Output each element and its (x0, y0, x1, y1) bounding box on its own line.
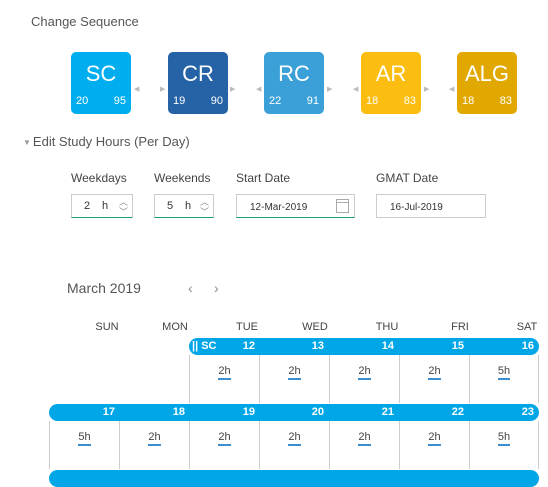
day-cell[interactable]: 2h (399, 355, 469, 403)
decrement-arrow-icon[interactable]: ﹀ (200, 205, 209, 218)
day-cell[interactable]: 2h (189, 355, 259, 403)
start-date-label: Start Date (236, 171, 291, 185)
weekday-header-thu: THU (375, 321, 399, 333)
tile-count: 20 (76, 95, 89, 107)
day-number[interactable]: 17 (85, 406, 115, 418)
weekdays-label: Weekdays (71, 171, 127, 185)
sequence-tile-alg[interactable]: ALG 18 83 (457, 52, 517, 114)
day-number[interactable]: 14 (364, 340, 394, 352)
calendar-month-title: March 2019 (67, 280, 141, 296)
collapse-triangle-icon: ▼ (23, 138, 31, 147)
change-sequence-title: Change Sequence (31, 14, 139, 29)
day-number[interactable]: 12 (225, 340, 255, 352)
weekends-hours-value: 5 (167, 200, 174, 212)
study-hours-link[interactable]: 2h (428, 365, 441, 380)
tile-score: 83 (499, 95, 512, 107)
study-hours-link[interactable]: 5h (497, 431, 511, 446)
day-number[interactable]: 23 (504, 406, 534, 418)
start-date-input[interactable]: 12-Mar-2019 (236, 194, 355, 218)
gmat-date-label: GMAT Date (376, 171, 439, 185)
reorder-arrow-icon[interactable]: ◀ (353, 85, 358, 93)
decrement-arrow-icon[interactable]: ﹀ (119, 205, 128, 218)
day-cell[interactable]: 2h (119, 421, 189, 469)
weekdays-hours-stepper[interactable]: 2 h ︿ ﹀ (71, 194, 133, 218)
reorder-arrow-icon[interactable]: ▶ (230, 85, 235, 93)
day-number[interactable]: 22 (434, 406, 464, 418)
sequence-tile-cr[interactable]: CR 19 90 (168, 52, 228, 114)
day-number[interactable]: 13 (294, 340, 324, 352)
day-cell[interactable]: 5h (469, 355, 539, 403)
weekday-header-mon: MON (162, 321, 188, 333)
prev-month-chevron-icon[interactable]: ‹ (188, 280, 193, 296)
weekday-header-sat: SAT (516, 321, 538, 333)
hours-unit: h (102, 200, 109, 212)
next-month-chevron-icon[interactable]: › (214, 280, 219, 296)
study-hours-link[interactable]: 2h (428, 431, 441, 446)
day-number[interactable]: 20 (294, 406, 324, 418)
day-cell[interactable]: 2h (259, 355, 329, 403)
gmat-date-value: 16-Jul-2019 (390, 202, 443, 213)
hours-unit: h (185, 200, 192, 212)
gmat-date-input[interactable]: 16-Jul-2019 (376, 194, 486, 218)
tile-code: CR (182, 61, 214, 86)
day-cell[interactable]: 2h (189, 421, 259, 469)
tile-score: 91 (306, 95, 319, 107)
study-hours-link[interactable]: 2h (148, 431, 161, 446)
study-hours-link[interactable]: 5h (78, 431, 91, 446)
day-number[interactable]: 15 (434, 340, 464, 352)
edit-study-hours-toggle[interactable]: ▼ Edit Study Hours (Per Day) (23, 134, 190, 149)
tile-score: 90 (210, 95, 223, 107)
reorder-arrow-icon[interactable]: ▶ (424, 85, 429, 93)
week-bar (49, 470, 539, 487)
weekends-label: Weekends (154, 171, 211, 185)
day-cell[interactable]: 5h (469, 421, 539, 469)
day-cell[interactable]: 2h (329, 355, 399, 403)
study-hours-link[interactable]: 2h (218, 431, 231, 446)
sequence-tile-ar[interactable]: AR 18 83 (361, 52, 421, 114)
study-hours-link[interactable]: 2h (218, 365, 231, 380)
tile-code: AR (375, 61, 407, 86)
tile-score: 83 (403, 95, 416, 107)
weekdays-hours-value: 2 (84, 200, 91, 212)
day-cell[interactable]: 2h (399, 421, 469, 469)
reorder-arrow-icon[interactable]: ◀ (256, 85, 261, 93)
weekday-header-wed: WED (302, 321, 328, 333)
day-number[interactable]: 16 (504, 340, 534, 352)
sequence-tile-rc[interactable]: RC 22 91 (264, 52, 324, 114)
day-cell[interactable]: 2h (259, 421, 329, 469)
day-cell[interactable]: 2h (329, 421, 399, 469)
reorder-arrow-icon[interactable]: ◀ (449, 85, 454, 93)
reorder-arrow-icon[interactable]: ▶ (327, 85, 332, 93)
start-date-value: 12-Mar-2019 (250, 202, 308, 213)
reorder-arrow-icon[interactable]: ▶ (160, 85, 165, 93)
study-hours-link[interactable]: 5h (497, 365, 511, 380)
edit-study-hours-title: Edit Study Hours (Per Day) (32, 134, 190, 149)
day-number[interactable]: 18 (155, 406, 185, 418)
weekday-header-tue: TUE (236, 321, 258, 333)
tile-code: ALG (464, 61, 510, 86)
day-number[interactable]: 21 (364, 406, 394, 418)
tile-count: 19 (173, 95, 186, 107)
subject-start-marker: || SC (192, 340, 217, 352)
reorder-arrow-icon[interactable]: ◀ (134, 85, 139, 93)
study-hours-link[interactable]: 2h (288, 365, 301, 380)
tile-count: 18 (366, 95, 379, 107)
day-cell[interactable]: 5h (49, 421, 119, 469)
study-hours-link[interactable]: 2h (358, 365, 371, 380)
day-number[interactable]: 19 (225, 406, 255, 418)
calendar-icon[interactable] (336, 199, 349, 213)
weekday-header-sun: SUN (95, 321, 119, 333)
tile-score: 95 (113, 95, 126, 107)
weekends-hours-stepper[interactable]: 5 h ︿ ﹀ (154, 194, 214, 218)
study-hours-link[interactable]: 2h (288, 431, 301, 446)
tile-count: 22 (269, 95, 282, 107)
sequence-tile-sc[interactable]: SC 20 95 (71, 52, 131, 114)
tile-count: 18 (462, 95, 475, 107)
tile-code: RC (278, 61, 310, 86)
tile-code: SC (85, 61, 117, 86)
weekday-header-fri: FRI (451, 321, 469, 333)
study-hours-link[interactable]: 2h (358, 431, 371, 446)
